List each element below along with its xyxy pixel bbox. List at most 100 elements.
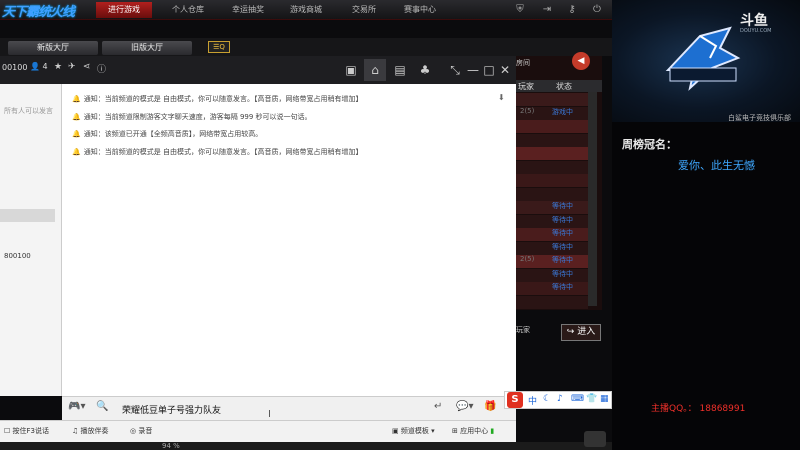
nav-tab-exchange[interactable]: 交易所 — [336, 2, 392, 18]
search-icon[interactable]: 🔍 — [96, 401, 108, 412]
exit-icon[interactable]: ⇥ — [539, 2, 555, 18]
room-row[interactable] — [516, 295, 588, 309]
room-row-status: 等待中 — [552, 215, 573, 224]
room-row[interactable]: 等待中 — [516, 214, 588, 228]
join-prefix: 玩家 — [516, 326, 530, 334]
gift-icon[interactable]: 🎁 — [484, 401, 496, 412]
channel-id: 00100 — [2, 63, 28, 72]
chat-input[interactable]: 荣耀低豆单子号强力队友 — [122, 403, 221, 416]
room-row[interactable]: 等待中 — [516, 228, 588, 241]
home-icon[interactable]: ⌂ — [364, 59, 386, 81]
chat-message: 🔔 通知：当前频道的模式是 自由模式，你可以随意发言。【高音质，网络带宽占用稍有增… — [72, 94, 362, 104]
room-row[interactable]: 等待中 — [516, 282, 588, 295]
room-list-title: 房间 — [516, 59, 530, 67]
room-row[interactable]: 等待中 — [516, 268, 588, 282]
scroll-down-icon[interactable]: ⬇ — [498, 93, 508, 103]
room-row[interactable]: 等待中 — [516, 241, 588, 255]
nav-tab-event-center[interactable]: 赛事中心 — [392, 2, 448, 18]
new-hall-tab[interactable]: 新版大厅 — [8, 41, 98, 55]
enter-icon[interactable]: ↵ — [434, 401, 442, 412]
room-row[interactable] — [516, 93, 588, 106]
shirt-icon[interactable]: 👕 — [586, 394, 597, 404]
mic-icon[interactable]: ♪ — [557, 394, 563, 404]
plane-icon[interactable]: ✈ — [68, 62, 76, 72]
room-row-status: 等待中 — [552, 242, 573, 251]
streamer-qq: 主播QQ。： 18868991 — [651, 404, 746, 414]
sogou-logo[interactable]: S — [507, 392, 523, 408]
gamepad-icon[interactable]: 🎮▾ — [68, 401, 85, 412]
room-row[interactable] — [516, 160, 588, 174]
bell-icon: 🔔 — [72, 95, 81, 103]
key-icon[interactable]: ⚷ — [564, 2, 580, 18]
video-icon[interactable]: ▣ — [340, 59, 362, 81]
room-row-status: 等待中 — [552, 202, 573, 210]
apps-icon: ⊞ — [452, 427, 458, 435]
weekly-label: 周榜冠名： — [622, 138, 677, 151]
room-row-status: 等待中 — [552, 269, 573, 278]
template-icon: ▣ — [392, 427, 399, 435]
room-list-scrollbar[interactable] — [588, 92, 597, 306]
power-icon[interactable]: ⏻ — [589, 2, 605, 18]
enter-room-button[interactable]: ↪ 进入 — [561, 324, 601, 341]
ime-lang[interactable]: 中 — [528, 394, 537, 407]
lobby-search-button[interactable]: ☰Q — [208, 41, 230, 53]
channel-toolbar — [0, 56, 516, 84]
room-row-players: 2(5) — [520, 255, 535, 263]
member-panel — [0, 84, 62, 396]
grid-icon[interactable]: ▦ — [600, 394, 609, 404]
room-row[interactable] — [516, 174, 588, 187]
record-button[interactable]: ◎ 录音 — [130, 426, 152, 436]
shield-icon[interactable]: ⛨ — [512, 2, 528, 18]
room-row-status: 游戏中 — [552, 107, 573, 116]
member-selected-row[interactable] — [0, 209, 55, 222]
nav-tab-shop[interactable]: 游戏商城 — [278, 2, 334, 18]
game-logo: 天下霸统火线 — [2, 4, 75, 19]
signal-icon: ▮ — [490, 427, 495, 435]
bell-icon: 🔔 — [72, 148, 81, 156]
keyboard-icon[interactable]: ⌨ — [571, 394, 584, 404]
chat-message-text: 通知：当前频道限制游客文字聊天速度，游客每隔 999 秒可以说一句话。 — [83, 113, 312, 121]
record-icon: ◎ — [130, 427, 137, 435]
room-row-status: 等待中 — [552, 283, 573, 291]
room-row[interactable]: 2(5) 游戏中 — [516, 106, 588, 120]
user-count: 👤 4 — [30, 62, 48, 71]
room-row-status: 等待中 — [552, 229, 573, 237]
chat-message: 🔔 通知：当前频道限制游客文字聊天速度，游客每隔 999 秒可以说一句话。 — [72, 112, 312, 122]
user-icon: 👤 — [30, 62, 40, 71]
list-icon[interactable]: ▤ — [389, 59, 411, 81]
info-icon[interactable]: ⓘ — [97, 62, 106, 75]
room-row[interactable] — [516, 187, 588, 201]
checkbox-icon[interactable]: ☐ — [4, 427, 10, 435]
nav-tab-play-game[interactable]: 进行游戏 — [96, 2, 152, 18]
channel-template-label: 频道模板 — [400, 427, 429, 435]
member-search-placeholder: 所有人可以发言 — [4, 107, 53, 115]
nav-tab-inventory[interactable]: 个人仓库 — [160, 2, 216, 18]
room-row[interactable] — [516, 133, 588, 147]
room-row[interactable]: 2(5) 等待中 — [516, 255, 588, 268]
chat-message-text: 通知：该频道已开通【全频高音质】，网络带宽占用较高。 — [83, 130, 263, 138]
app-center-button[interactable]: ⊞ 应用中心 ▮ — [452, 426, 494, 436]
gamepad-icon[interactable]: ♣ — [414, 59, 436, 81]
share-icon[interactable]: ⋖ — [83, 62, 91, 72]
room-row[interactable]: 等待中 — [516, 201, 588, 214]
music-icon: ♫ — [72, 427, 79, 435]
user-count-value: 4 — [42, 62, 48, 71]
col-header-players: 玩家 — [518, 82, 534, 91]
accompany-button[interactable]: ♫ 播放伴奏 — [72, 426, 109, 436]
push-to-talk-button[interactable]: ☐ 按住F3说话 — [4, 426, 49, 436]
close-icon[interactable]: ✕ — [494, 59, 516, 81]
accompany-label: 播放伴奏 — [80, 427, 109, 435]
moon-icon[interactable]: ☾ — [543, 394, 551, 404]
star-icon[interactable]: ★ — [54, 62, 62, 72]
chat-message: 🔔 通知：当前频道的模式是 自由模式，你可以随意发言。【高音质，网络带宽占用稍有增… — [72, 147, 362, 157]
douyu-domain: DOUYU.COM — [740, 28, 772, 34]
announce-icon[interactable]: ◀ — [572, 52, 590, 70]
old-hall-tab[interactable]: 旧版大厅 — [102, 41, 192, 55]
emoji-icon[interactable]: 💬▾ — [456, 401, 473, 412]
room-row[interactable] — [516, 120, 588, 133]
channel-template-button[interactable]: ▣ 频道模板 ▾ — [392, 426, 435, 436]
room-row[interactable] — [516, 147, 588, 160]
app-center-label: 应用中心 — [460, 427, 489, 435]
nav-tab-lucky-draw[interactable]: 幸运抽奖 — [220, 2, 276, 18]
avatar[interactable] — [584, 431, 606, 447]
